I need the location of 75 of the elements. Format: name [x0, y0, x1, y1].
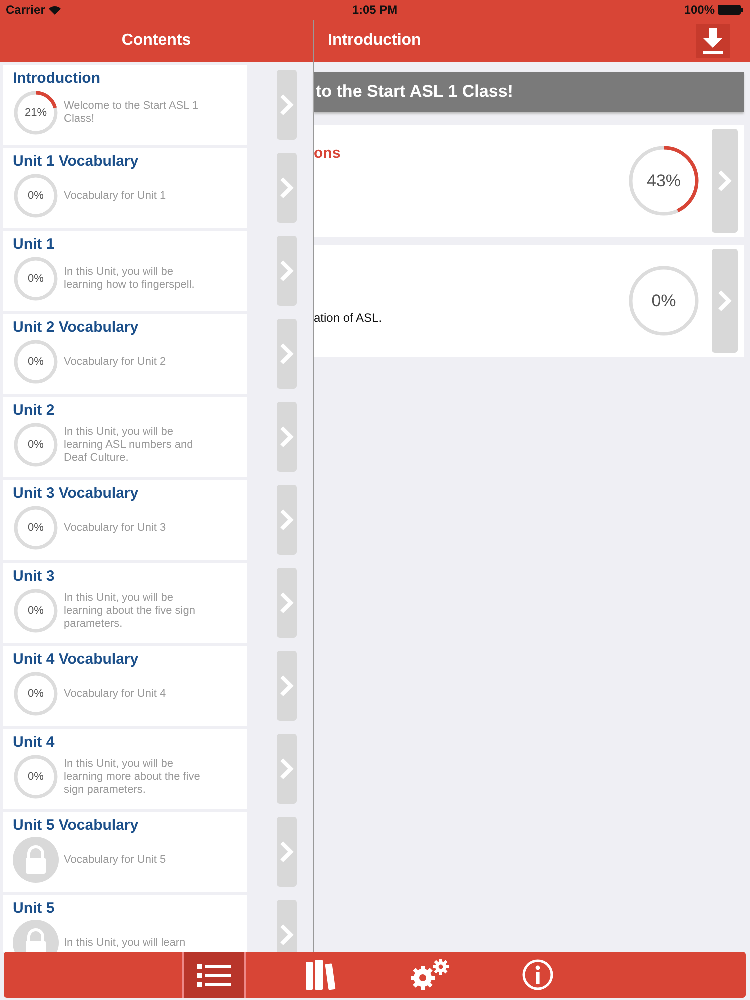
chevron-button[interactable]: [277, 153, 297, 223]
lesson-title[interactable]: ons: [314, 145, 341, 162]
unit-title[interactable]: Unit 3 Vocabulary: [13, 485, 139, 502]
chevron-icon: [280, 260, 294, 282]
chevron-button[interactable]: [712, 249, 738, 353]
chevron-button[interactable]: [277, 70, 297, 140]
battery-label: 100%: [684, 3, 715, 17]
chevron-icon: [280, 94, 294, 116]
unit-title[interactable]: Unit 5: [13, 900, 55, 917]
chevron-icon: [280, 509, 294, 531]
unit-description: Vocabulary for Unit 2: [64, 356, 168, 368]
chevron-button[interactable]: [277, 485, 297, 555]
unit-title[interactable]: Unit 2 Vocabulary: [13, 319, 139, 336]
chevron-icon: [280, 426, 294, 448]
chevron-button[interactable]: [277, 319, 297, 389]
lesson-description: ation of ASL.: [314, 311, 382, 325]
percent-label: 0%: [28, 439, 44, 451]
chevron-button[interactable]: [277, 236, 297, 306]
unit-description: In this Unit, you will be learning how to fingerspell.: [64, 266, 196, 292]
chevron-icon: [718, 170, 732, 192]
wifi-icon: [49, 6, 62, 14]
chevron-icon: [280, 592, 294, 614]
chevron-icon: [280, 177, 294, 199]
percent-label: 0%: [28, 190, 44, 202]
tab-button[interactable]: [182, 952, 246, 998]
percent-label: 0%: [652, 292, 676, 310]
chevron-icon: [718, 290, 732, 312]
unit-description: In this Unit, you will be learning ASL numbers and Deaf Culture.: [64, 426, 194, 464]
unit-title[interactable]: Introduction: [13, 70, 100, 87]
info-icon: [522, 959, 554, 991]
chevron-icon: [280, 841, 294, 863]
unit-title[interactable]: Unit 4: [13, 734, 55, 751]
unit-description: Vocabulary for Unit 1: [64, 190, 168, 202]
percent-label: 43%: [646, 172, 682, 190]
download-button[interactable]: [696, 24, 730, 58]
books-icon: [306, 960, 338, 990]
percent-label: 0%: [28, 688, 44, 700]
unit-description: In this Unit, you will be learning more about the five sign parameters.: [64, 758, 202, 796]
unit-description: Vocabulary for Unit 4: [64, 688, 168, 700]
unit-description: Welcome to the Start ASL 1 Class!: [64, 100, 200, 126]
unit-title[interactable]: Unit 3: [13, 568, 55, 585]
percent-label: 0%: [28, 605, 44, 617]
chevron-button[interactable]: [277, 651, 297, 721]
gears-icon: [410, 959, 450, 991]
unit-title[interactable]: Unit 4 Vocabulary: [13, 651, 139, 668]
unit-title[interactable]: Unit 2: [13, 402, 55, 419]
unit-description: Vocabulary for Unit 5: [64, 854, 168, 866]
unit-description: In this Unit, you will be learning about the five sign parameters.: [64, 592, 196, 630]
chevron-icon: [280, 758, 294, 780]
section-banner: to the Start ASL 1 Class!: [314, 72, 744, 112]
page-title: Introduction: [328, 32, 422, 50]
chevron-button[interactable]: [712, 129, 738, 233]
chevron-button[interactable]: [277, 734, 297, 804]
carrier-label: Carrier: [6, 3, 46, 17]
list-icon: [197, 963, 231, 987]
unit-description: In this Unit, you will learn: [64, 936, 187, 950]
percent-label: 0%: [28, 771, 44, 783]
lock-icon: [13, 837, 59, 883]
chevron-icon: [280, 675, 294, 697]
clock-label: 1:05 PM: [352, 3, 398, 17]
unit-title[interactable]: Unit 5 Vocabulary: [13, 817, 139, 834]
unit-title[interactable]: Unit 1 Vocabulary: [13, 153, 139, 170]
chevron-button[interactable]: [277, 817, 297, 887]
chevron-icon: [280, 924, 294, 946]
percent-label: 0%: [28, 522, 44, 534]
percent-label: 21%: [24, 107, 48, 119]
unit-title[interactable]: Unit 1: [13, 236, 55, 253]
panel-title: Contents: [122, 32, 192, 50]
chevron-button[interactable]: [277, 568, 297, 638]
battery-icon: [718, 5, 744, 15]
chevron-button[interactable]: [277, 402, 297, 472]
chevron-icon: [280, 343, 294, 365]
unit-description: Vocabulary for Unit 3: [64, 522, 168, 534]
percent-label: 0%: [28, 356, 44, 368]
percent-label: 0%: [28, 273, 44, 285]
